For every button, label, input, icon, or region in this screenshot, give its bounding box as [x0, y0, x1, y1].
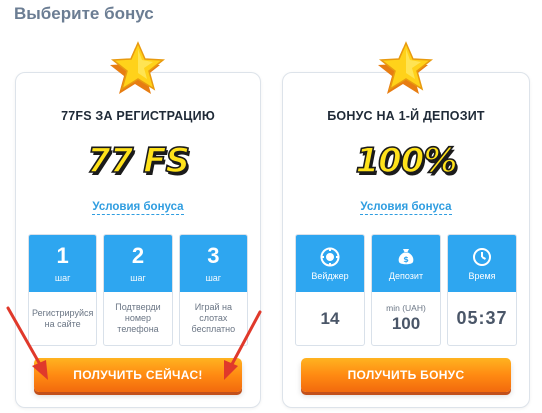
- step-word: шаг: [130, 273, 146, 283]
- stat-label: Вейджер: [311, 270, 349, 281]
- card-title: 77FS ЗА РЕГИСТРАЦИЮ: [61, 109, 215, 123]
- step-text: Подтверди номер телефона: [115, 302, 161, 334]
- conditions-link-wrap: Условия бонуса: [16, 201, 260, 215]
- bonus-amount: 100%: [355, 140, 459, 182]
- conditions-link-wrap: Условия бонуса: [283, 201, 529, 215]
- stats-row: Вейджер 14 $ Депозит min (UAH) 100 Время…: [295, 234, 517, 346]
- chip-icon: [320, 247, 340, 266]
- step-number: 2: [131, 243, 145, 268]
- step-tile-1: 1 шаг Регистрируйся на сайте: [28, 234, 98, 346]
- get-bonus-button[interactable]: ПОЛУЧИТЬ БОНУС: [301, 358, 511, 392]
- conditions-link[interactable]: Условия бонуса: [92, 201, 184, 215]
- bonus-amount: 77 FS: [86, 140, 190, 182]
- page-title: Выберите бонус: [14, 4, 154, 23]
- steps-row: 1 шаг Регистрируйся на сайте 2 шаг Подтв…: [28, 234, 248, 346]
- stat-tile-time: Время 05:37: [447, 234, 517, 346]
- star-icon: [375, 37, 437, 97]
- get-now-button[interactable]: ПОЛУЧИТЬ СЕЙЧАС!: [34, 358, 242, 392]
- clock-icon: [473, 247, 491, 266]
- stat-tile-deposit: $ Депозит min (UAH) 100: [371, 234, 441, 346]
- stat-caption: min (UAH): [386, 303, 426, 313]
- stat-label: Время: [468, 270, 496, 281]
- stat-value: 14: [320, 308, 340, 328]
- stat-tile-wager: Вейджер 14: [295, 234, 365, 346]
- step-number: 3: [207, 243, 220, 268]
- svg-text:$: $: [403, 255, 409, 264]
- step-number: 1: [56, 243, 69, 268]
- bonus-card-deposit: БОНУС НА 1-Й ДЕПОЗИТ 100% Условия бонуса…: [282, 41, 530, 408]
- star-icon: [107, 37, 169, 97]
- bonus-card-registration: 77FS ЗА РЕГИСТРАЦИЮ 77 FS Условия бонуса…: [15, 41, 261, 408]
- stat-value: 100: [391, 314, 421, 333]
- step-tile-3: 3 шаг Играй на слотах бесплатно: [178, 234, 248, 346]
- step-tile-2: 2 шаг Подтверди номер телефона: [103, 234, 173, 346]
- stat-label: Депозит: [388, 270, 424, 281]
- money-bag-icon: $: [398, 248, 414, 264]
- step-word: шаг: [54, 273, 71, 283]
- countdown-timer: 05:37: [456, 308, 508, 328]
- conditions-link[interactable]: Условия бонуса: [360, 201, 452, 215]
- step-text: Регистрируйся на сайте: [31, 307, 94, 329]
- step-text: Играй на слотах бесплатно: [191, 302, 236, 334]
- card-title: БОНУС НА 1-Й ДЕПОЗИТ: [327, 109, 485, 123]
- step-word: шаг: [205, 273, 222, 283]
